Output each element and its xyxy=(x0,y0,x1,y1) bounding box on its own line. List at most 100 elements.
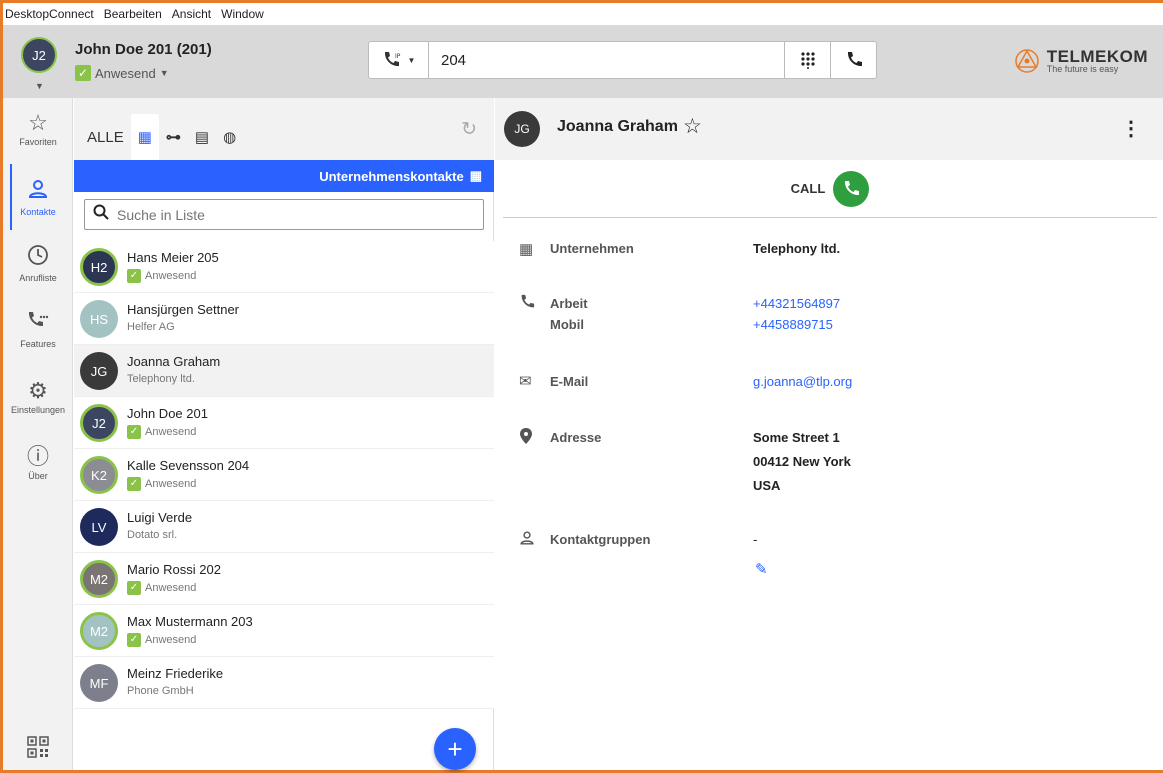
contact-subtitle-text: Dotato srl. xyxy=(127,529,178,541)
tab-company[interactable]: ▦ xyxy=(130,114,159,160)
contact-row[interactable]: J2 John Doe 201 ✓ Anwesend xyxy=(74,397,494,449)
contact-search-input[interactable] xyxy=(117,206,483,223)
nav-label-ueber: Über xyxy=(28,471,48,481)
ip-phone-icon: IP xyxy=(384,52,400,67)
edit-groups-pencil-icon[interactable]: ✎ xyxy=(755,560,768,578)
contact-subtitle: ✓ Anwesend xyxy=(127,581,196,595)
contact-row[interactable]: HS Hansjürgen Settner Helfer AG xyxy=(74,293,494,345)
contact-subtitle: Phone GmbH xyxy=(127,685,194,697)
contact-row[interactable]: LV Luigi Verde Dotato srl. xyxy=(74,501,494,553)
contact-name: Hansjürgen Settner xyxy=(127,302,240,317)
contact-list: H2 Hans Meier 205 ✓ Anwesend HS Hansjürgen Se… xyxy=(74,241,494,709)
dial-number-input[interactable] xyxy=(429,42,784,78)
presence-check-icon: ✓ xyxy=(127,477,141,491)
contact-detail-panel: JG Joanna Graham ☆ ⋮ CALL ▦ Unternehmen … xyxy=(495,98,1163,770)
work-phone-link[interactable]: +44321564897 xyxy=(753,296,840,311)
qr-code-button[interactable] xyxy=(3,736,73,763)
nav-item-favoriten[interactable]: ☆ Favoriten xyxy=(3,110,73,147)
refresh-icon[interactable]: ↻ xyxy=(461,118,477,141)
search-icon xyxy=(93,204,109,225)
contact-name: Luigi Verde xyxy=(127,510,193,525)
dial-mode-select[interactable]: IP ▼ xyxy=(369,42,429,78)
dialpad-button[interactable] xyxy=(784,42,830,78)
plus-icon: + xyxy=(447,733,463,764)
menu-bearbeiten[interactable]: Bearbeiten xyxy=(104,7,162,21)
side-nav: ☆ Favoriten Kontakte Anrufliste Features… xyxy=(3,98,73,770)
work-phone-icon xyxy=(519,294,541,314)
user-status-label: Anwesend xyxy=(95,65,156,81)
contact-avatar: LV xyxy=(80,508,118,546)
user-status-select[interactable]: ✓ Anwesend ▼ xyxy=(75,65,169,81)
contact-subtitle: Dotato srl. xyxy=(127,529,177,541)
nav-label-features: Features xyxy=(20,339,56,349)
contact-row[interactable]: MF Meinz Friederike Phone GmbH xyxy=(74,657,494,709)
tab-key[interactable]: ⊶ xyxy=(159,114,188,160)
contact-subtitle-text: Phone GmbH xyxy=(127,685,194,697)
tab-global[interactable]: ◍ xyxy=(216,114,243,160)
contact-subtitle-text: Helfer AG xyxy=(127,321,175,333)
nav-item-features[interactable]: Features xyxy=(3,310,73,349)
menu-window[interactable]: Window xyxy=(221,7,264,21)
nav-item-einstellungen[interactable]: ⚙ Einstellungen xyxy=(3,378,73,415)
menu-ansicht[interactable]: Ansicht xyxy=(172,7,211,21)
user-avatar[interactable]: J2 xyxy=(21,37,57,73)
detail-name: Joanna Graham xyxy=(557,118,678,135)
dial-mode-caret-icon: ▼ xyxy=(407,55,416,65)
person-icon xyxy=(3,178,73,206)
email-label: E-Mail xyxy=(550,374,589,389)
contact-name: Meinz Friederike xyxy=(127,666,224,681)
presence-check-icon: ✓ xyxy=(127,425,141,439)
call-row: CALL xyxy=(503,160,1157,218)
contact-subtitle: ✓ Anwesend xyxy=(127,633,196,647)
tab-phonebook[interactable]: ▤ xyxy=(188,114,216,160)
contact-row[interactable]: K2 Kalle Sevensson 204 ✓ Anwesend xyxy=(74,449,494,501)
contact-name: Hans Meier 205 xyxy=(127,250,219,265)
contact-avatar: M2 xyxy=(80,560,118,598)
status-dropdown-icon: ▼ xyxy=(159,68,169,78)
email-link[interactable]: g.joanna@tlp.org xyxy=(753,374,852,389)
contact-subtitle: ✓ Anwesend xyxy=(127,477,196,491)
nav-label-kontakte: Kontakte xyxy=(20,207,56,217)
tab-all[interactable]: ALLE xyxy=(80,114,131,160)
work-label: Arbeit xyxy=(550,296,588,311)
contact-subtitle: ✓ Anwesend xyxy=(127,269,196,283)
address-pin-icon xyxy=(519,428,541,448)
menu-desktopconnect[interactable]: DesktopConnect xyxy=(5,7,94,21)
contact-subtitle-text: Anwesend xyxy=(145,270,197,282)
add-contact-button[interactable]: + xyxy=(434,728,476,770)
menu-bar: DesktopConnect Bearbeiten Ansicht Window xyxy=(3,3,1163,25)
nav-item-anrufliste[interactable]: Anrufliste xyxy=(3,244,73,283)
call-button[interactable] xyxy=(833,170,870,207)
contact-row[interactable]: H2 Hans Meier 205 ✓ Anwesend xyxy=(74,241,494,293)
contact-row[interactable]: M2 Max Mustermann 203 ✓ Anwesend xyxy=(74,605,494,657)
more-options-icon[interactable]: ⋮ xyxy=(1121,116,1141,141)
call-phone-icon xyxy=(845,180,860,195)
contact-avatar: H2 xyxy=(80,248,118,286)
key-icon: ⊶ xyxy=(165,129,181,146)
phonebook-icon: ▤ xyxy=(194,129,210,146)
nav-item-kontakte[interactable]: Kontakte xyxy=(3,178,73,217)
contact-filter-tabs: ALLE ▦ ⊶ ▤ ◍ xyxy=(74,98,494,160)
header-bar: J2 ▼ John Doe 201 (201) ✓ Anwesend ▼ IP … xyxy=(3,25,1163,98)
contact-avatar: MF xyxy=(80,664,118,702)
company-label: Unternehmen xyxy=(550,241,634,256)
nav-label-anrufliste: Anrufliste xyxy=(19,273,57,283)
logo-brand: TELMEKOM xyxy=(1046,47,1148,66)
email-envelope-icon: ✉ xyxy=(519,373,532,390)
dial-call-button[interactable] xyxy=(830,42,876,78)
contact-name: John Doe 201 xyxy=(127,406,208,421)
contact-subtitle-text: Anwesend xyxy=(145,478,197,490)
nav-item-ueber[interactable]: ⓘ Über xyxy=(3,444,73,481)
contact-row[interactable]: M2 Mario Rossi 202 ✓ Anwesend xyxy=(74,553,494,605)
user-menu-caret-icon[interactable]: ▼ xyxy=(35,81,44,91)
star-icon: ☆ xyxy=(28,110,48,135)
info-icon: ⓘ xyxy=(26,444,49,469)
contact-row[interactable]: JG Joanna Graham Telephony ltd. xyxy=(74,345,494,397)
telmekom-logo: TELMEKOM The future is easy xyxy=(1013,47,1148,75)
mobile-phone-link[interactable]: +4458889715 xyxy=(753,317,833,332)
dialpad-icon xyxy=(800,52,815,69)
favorite-star-icon[interactable]: ☆ xyxy=(683,114,702,139)
presence-check-icon: ✓ xyxy=(127,269,141,283)
building-icon: ▦ xyxy=(137,129,152,146)
company-building-icon: ▦ xyxy=(519,241,534,258)
